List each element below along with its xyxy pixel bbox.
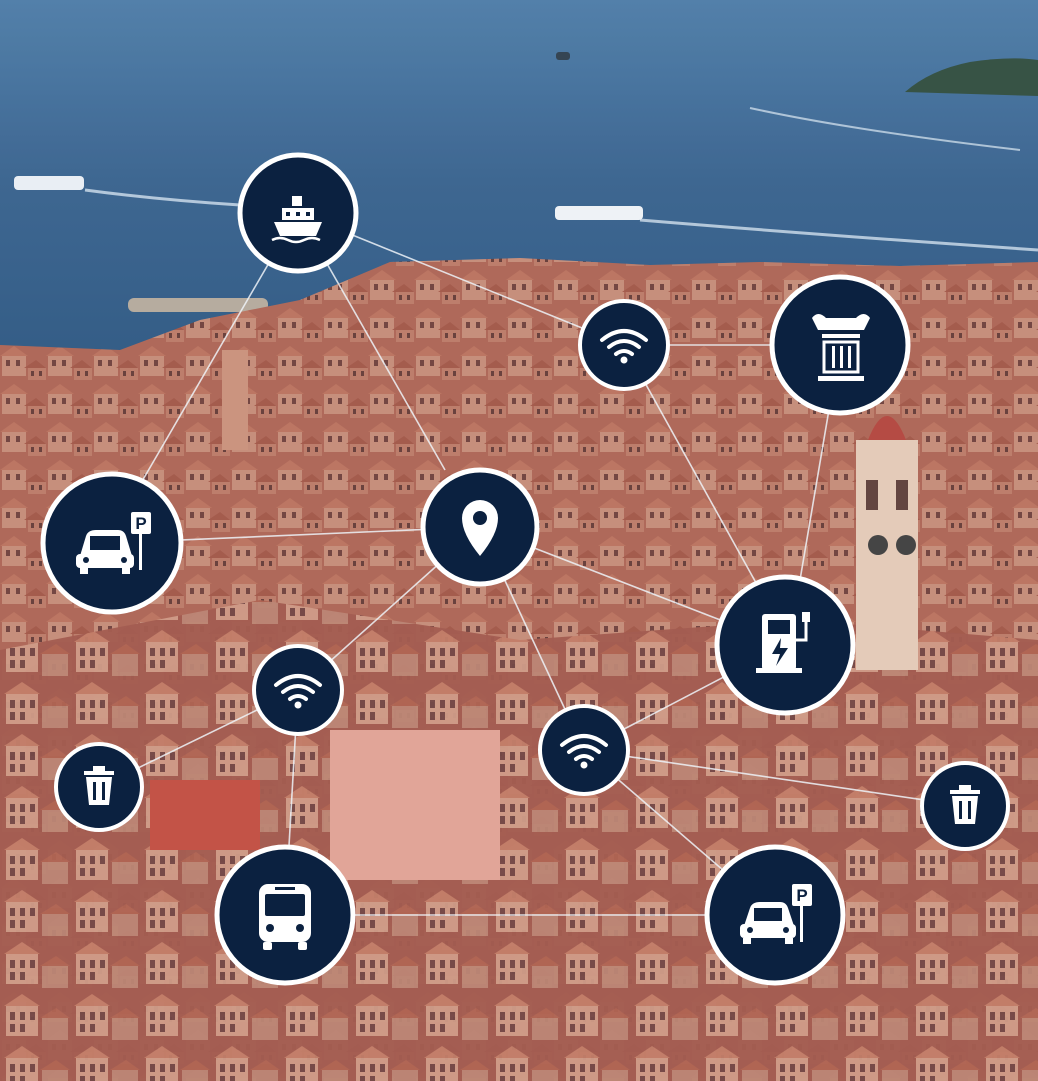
- car-parking-icon[interactable]: P: [40, 471, 184, 615]
- museum-icon[interactable]: [769, 274, 911, 416]
- svg-text:P: P: [796, 886, 807, 905]
- trash-bin-icon[interactable]: [920, 761, 1010, 851]
- wifi-icon[interactable]: [578, 299, 670, 391]
- ev-charger-icon[interactable]: [714, 574, 856, 716]
- trash-bin-icon[interactable]: [54, 742, 144, 832]
- smart-city-illustration: P P: [0, 0, 1038, 1081]
- car-parking-icon[interactable]: P: [704, 844, 846, 986]
- location-pin-icon[interactable]: [420, 467, 540, 587]
- svg-text:P: P: [135, 514, 146, 533]
- smart-city-photo: P P: [0, 0, 1038, 1081]
- ferry-icon[interactable]: [237, 152, 359, 274]
- wifi-icon[interactable]: [252, 644, 344, 736]
- bus-icon[interactable]: [214, 844, 356, 986]
- wifi-icon[interactable]: [538, 704, 630, 796]
